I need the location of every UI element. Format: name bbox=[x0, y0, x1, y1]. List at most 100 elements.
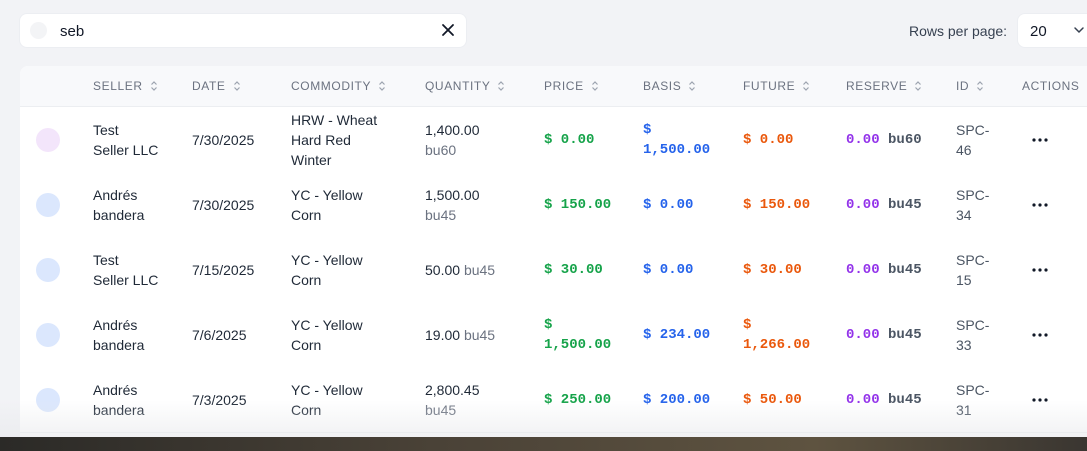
seller-cell: Test Seller LLC bbox=[93, 250, 158, 290]
cell-line: $ bbox=[743, 317, 752, 333]
basis-cell: $ 0.00 bbox=[643, 260, 693, 280]
column-header-commodity[interactable]: COMMODITY bbox=[291, 79, 386, 93]
column-header-price[interactable]: PRICE bbox=[544, 79, 599, 93]
reserve-unit: bu45 bbox=[888, 327, 922, 343]
column-header-seller[interactable]: SELLER bbox=[93, 79, 158, 93]
seller-cell: Test Seller LLC bbox=[93, 120, 158, 160]
price-cell: $ 250.00 bbox=[544, 390, 611, 410]
cell-line: SPC- bbox=[956, 317, 990, 333]
seller-cell: Andrés bandera bbox=[93, 380, 144, 420]
cell-line: $ 0.00 bbox=[544, 132, 595, 148]
sort-icon[interactable] bbox=[233, 80, 241, 92]
more-actions-icon[interactable] bbox=[1030, 202, 1050, 208]
rows-per-page-label: Rows per page: bbox=[909, 23, 1008, 39]
id-cell: SPC- 31 bbox=[956, 380, 989, 420]
sort-icon[interactable] bbox=[802, 80, 810, 92]
search-bar[interactable]: seb bbox=[20, 14, 466, 47]
reserve-cell: 0.00 bu60 bbox=[846, 130, 922, 150]
column-header-label: BASIS bbox=[643, 79, 682, 93]
more-actions-icon[interactable] bbox=[1030, 267, 1050, 273]
more-actions-icon[interactable] bbox=[1030, 137, 1050, 143]
price-cell: $1,500.00 bbox=[544, 315, 611, 355]
table-row[interactable]: Andrés bandera 7/3/2025 YC - Yellow Corn 2,80… bbox=[20, 367, 1087, 433]
column-header-label: SELLER bbox=[93, 79, 143, 93]
reserve-cell: 0.00 bu45 bbox=[846, 195, 922, 215]
quantity-value: 50.00 bbox=[425, 262, 461, 278]
cell-line: 34 bbox=[956, 207, 972, 223]
column-header-label: PRICE bbox=[544, 79, 584, 93]
cell-line: $ 30.00 bbox=[544, 262, 603, 278]
column-header-label: COMMODITY bbox=[291, 79, 372, 93]
sort-icon[interactable] bbox=[591, 80, 599, 92]
sort-icon[interactable] bbox=[976, 80, 984, 92]
column-header-id[interactable]: ID bbox=[956, 79, 984, 93]
id-cell: SPC- 34 bbox=[956, 185, 989, 225]
reserve-value: 0.00 bbox=[846, 197, 880, 213]
future-cell: $ 0.00 bbox=[743, 130, 793, 150]
cell-line: $ 200.00 bbox=[643, 392, 711, 408]
cell-line: SPC- bbox=[956, 382, 990, 398]
sort-icon[interactable] bbox=[497, 80, 505, 92]
cell-line: 1,266.00 bbox=[743, 337, 811, 353]
sort-icon[interactable] bbox=[914, 80, 922, 92]
cell-line: 46 bbox=[956, 142, 972, 158]
reserve-unit: bu60 bbox=[888, 132, 922, 148]
rows-per-page-select[interactable]: 20 bbox=[1018, 14, 1087, 47]
basis-cell: $ 0.00 bbox=[643, 195, 693, 215]
table-header: SELLER DATE COMMODITY QUANTITY PRICE BASIS FUT… bbox=[20, 66, 1087, 107]
price-cell: $ 30.00 bbox=[544, 260, 603, 280]
quantity-value: 1,400.00 bbox=[425, 122, 480, 138]
column-header-future[interactable]: FUTURE bbox=[743, 79, 810, 93]
quantity-value: 1,500.00 bbox=[425, 187, 480, 203]
avatar bbox=[36, 323, 60, 347]
cell-line: $ bbox=[544, 317, 553, 333]
quantity-cell: 1,400.00 bu60 bbox=[425, 120, 480, 160]
cell-line: Andrés bbox=[93, 187, 138, 203]
column-header-label: ACTIONS bbox=[1022, 79, 1080, 93]
cell-line: 1,500.00 bbox=[643, 142, 711, 158]
cell-line: $ bbox=[643, 122, 652, 138]
search-input[interactable]: seb bbox=[60, 23, 84, 40]
commodity-cell: HRW - Wheat Hard Red Winter bbox=[291, 110, 377, 170]
column-header-quantity[interactable]: QUANTITY bbox=[425, 79, 505, 93]
column-header-date[interactable]: DATE bbox=[192, 79, 241, 93]
column-header-label: QUANTITY bbox=[425, 79, 491, 93]
avatar bbox=[36, 128, 60, 152]
reserve-value: 0.00 bbox=[846, 392, 880, 408]
date-cell: 7/30/2025 bbox=[192, 132, 255, 148]
column-header-basis[interactable]: BASIS bbox=[643, 79, 696, 93]
column-header-label: DATE bbox=[192, 79, 226, 93]
quantity-unit: bu60 bbox=[425, 142, 457, 158]
cell-line: bandera bbox=[93, 402, 145, 418]
sort-icon[interactable] bbox=[150, 80, 158, 92]
cell-line: YC - Yellow bbox=[291, 382, 363, 398]
sort-icon[interactable] bbox=[688, 80, 696, 92]
column-header-reserve[interactable]: RESERVE bbox=[846, 79, 922, 93]
date-cell: 7/3/2025 bbox=[192, 392, 247, 408]
cell-line: 31 bbox=[956, 402, 972, 418]
column-header-label: ID bbox=[956, 79, 970, 93]
clear-search-icon[interactable] bbox=[438, 19, 458, 41]
sort-icon[interactable] bbox=[378, 80, 386, 92]
more-actions-icon[interactable] bbox=[1030, 332, 1050, 338]
rows-per-page-value: 20 bbox=[1030, 23, 1047, 40]
table-row[interactable]: Test Seller LLC 7/30/2025 HRW - Wheat Hard R… bbox=[20, 107, 1087, 173]
table-row[interactable]: Andrés bandera 7/6/2025 YC - Yellow Corn 19.0… bbox=[20, 302, 1087, 368]
future-cell: $1,266.00 bbox=[743, 315, 810, 355]
table-row[interactable]: Test Seller LLC 7/15/2025 YC - Yellow Corn 50… bbox=[20, 237, 1087, 303]
chevron-down-icon bbox=[1074, 27, 1084, 34]
cell-line: Hard Red bbox=[291, 132, 351, 148]
cell-line: bandera bbox=[93, 337, 145, 353]
commodity-cell: YC - Yellow Corn bbox=[291, 315, 363, 355]
quantity-cell: 50.00 bu45 bbox=[425, 260, 495, 280]
cell-line: bandera bbox=[93, 207, 145, 223]
cell-line: YC - Yellow bbox=[291, 252, 363, 268]
cell-line: YC - Yellow bbox=[291, 187, 363, 203]
table-row[interactable]: Andrés bandera 7/30/2025 YC - Yellow Corn 1,5… bbox=[20, 172, 1087, 238]
more-actions-icon[interactable] bbox=[1030, 397, 1050, 403]
avatar bbox=[36, 258, 60, 282]
avatar bbox=[36, 193, 60, 217]
cell-line: SPC- bbox=[956, 122, 990, 138]
seller-cell: Andrés bandera bbox=[93, 185, 144, 225]
reserve-cell: 0.00 bu45 bbox=[846, 260, 922, 280]
